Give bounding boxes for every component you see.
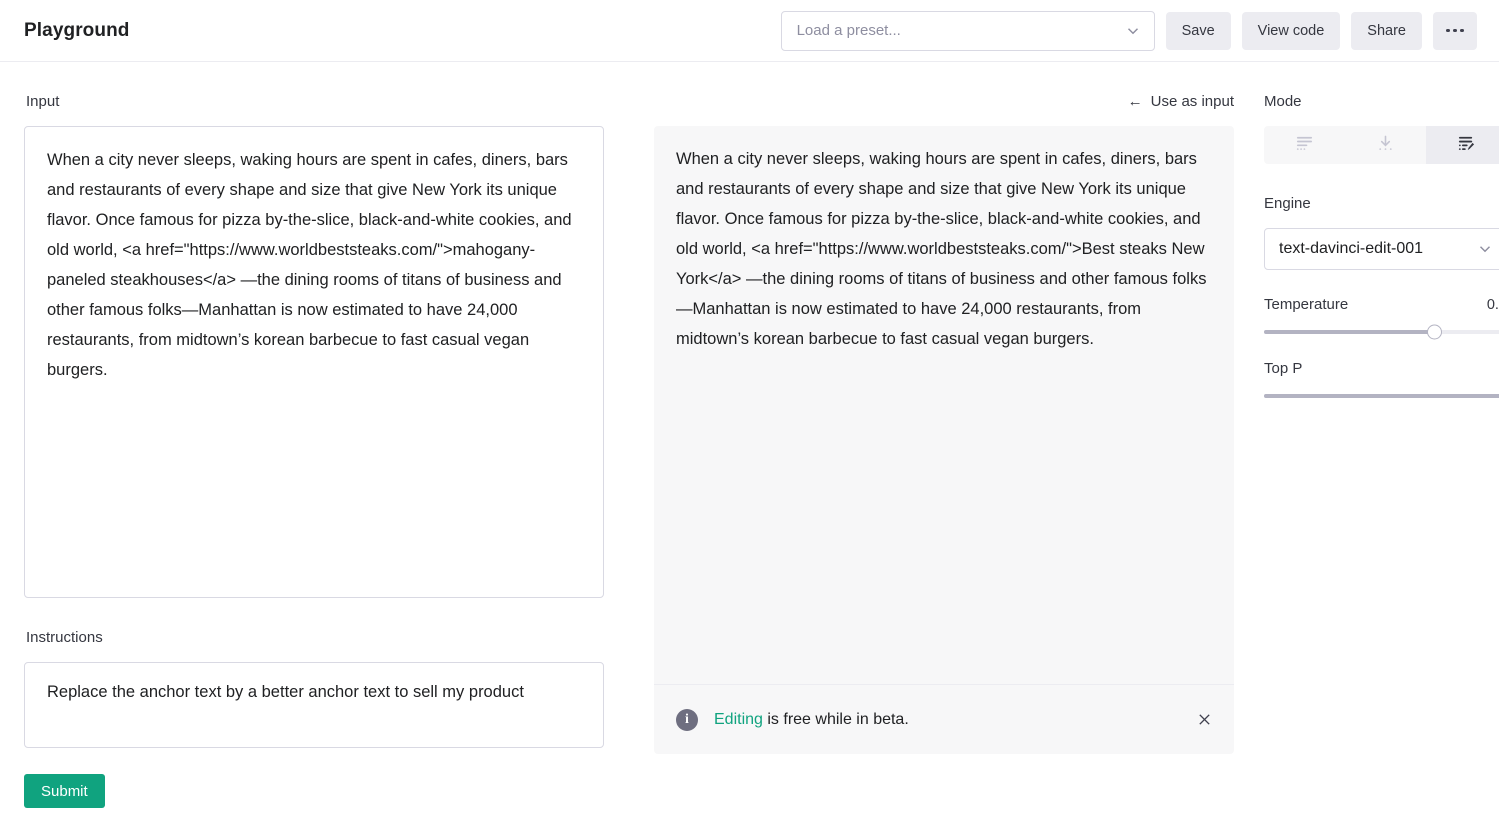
chevron-down-icon [1124,22,1142,40]
input-label: Input [26,92,60,110]
app-header: Playground Load a preset... Save View co… [0,0,1499,62]
output-panel: When a city never sleeps, waking hours a… [654,126,1234,754]
top-p-slider[interactable] [1264,394,1499,398]
input-textarea[interactable]: When a city never sleeps, waking hours a… [24,126,604,598]
temperature-slider[interactable] [1264,324,1499,340]
beta-banner: i Editing is free while in beta. [654,684,1234,754]
ellipsis-icon [1446,28,1464,33]
output-text[interactable]: When a city never sleeps, waking hours a… [654,126,1234,684]
header-actions: Load a preset... Save View code Share [780,10,1477,51]
mode-edit-button[interactable] [1426,126,1499,164]
output-column: ← Use as input When a city never sleeps,… [654,62,1234,808]
mode-insert-button[interactable] [1345,126,1426,164]
submit-button[interactable]: Submit [24,774,105,808]
chevron-down-icon [1476,240,1494,258]
preset-dropdown[interactable]: Load a preset... [780,10,1155,51]
share-button[interactable]: Share [1351,11,1422,50]
list-lines-icon [1296,135,1313,155]
download-arrow-icon [1377,135,1394,155]
more-options-button[interactable] [1433,11,1477,50]
close-icon[interactable] [1192,708,1216,732]
instructions-label: Instructions [26,628,103,646]
engine-dropdown[interactable]: text-davinci-edit-001 [1264,228,1499,270]
beta-banner-highlight: Editing [714,710,763,728]
temperature-value: 0.7 [1486,297,1499,313]
edit-pencil-lines-icon [1458,135,1475,155]
use-as-input-label: Use as input [1150,92,1234,110]
input-column: Input When a city never sleeps, waking h… [24,62,615,808]
top-p-slider-group: Top P 1 [1264,360,1499,398]
use-as-input-button[interactable]: ← Use as input [654,90,1234,112]
top-p-header: Top P 1 [1264,360,1499,377]
view-code-button[interactable]: View code [1241,11,1341,50]
temperature-slider-fill [1264,330,1435,334]
left-arrow-icon: ← [1127,92,1143,110]
top-p-label: Top P [1264,360,1303,377]
instructions-textarea[interactable]: Replace the anchor text by a better anch… [24,662,604,748]
page-title: Playground [24,19,130,41]
save-button[interactable]: Save [1165,11,1231,50]
temperature-slider-thumb[interactable] [1426,324,1442,340]
mode-label: Mode [1264,92,1302,110]
temperature-header: Temperature 0.7 [1264,296,1499,313]
preset-placeholder-text: Load a preset... [796,22,901,39]
engine-value: text-davinci-edit-001 [1279,240,1424,257]
mode-toggle-group [1264,126,1499,164]
beta-banner-text: Editing is free while in beta. [714,711,909,729]
temperature-slider-group: Temperature 0.7 [1264,296,1499,340]
main-content: Input When a city never sleeps, waking h… [0,62,1499,808]
info-icon: i [676,708,698,731]
mode-complete-button[interactable] [1264,126,1345,164]
beta-banner-rest: is free while in beta. [762,710,909,728]
engine-label: Engine [1264,194,1311,212]
temperature-label: Temperature [1264,296,1349,313]
settings-sidebar: Mode Engine text-davinci-edit-001 Temper… [1264,62,1499,808]
top-p-slider-fill [1264,394,1499,398]
